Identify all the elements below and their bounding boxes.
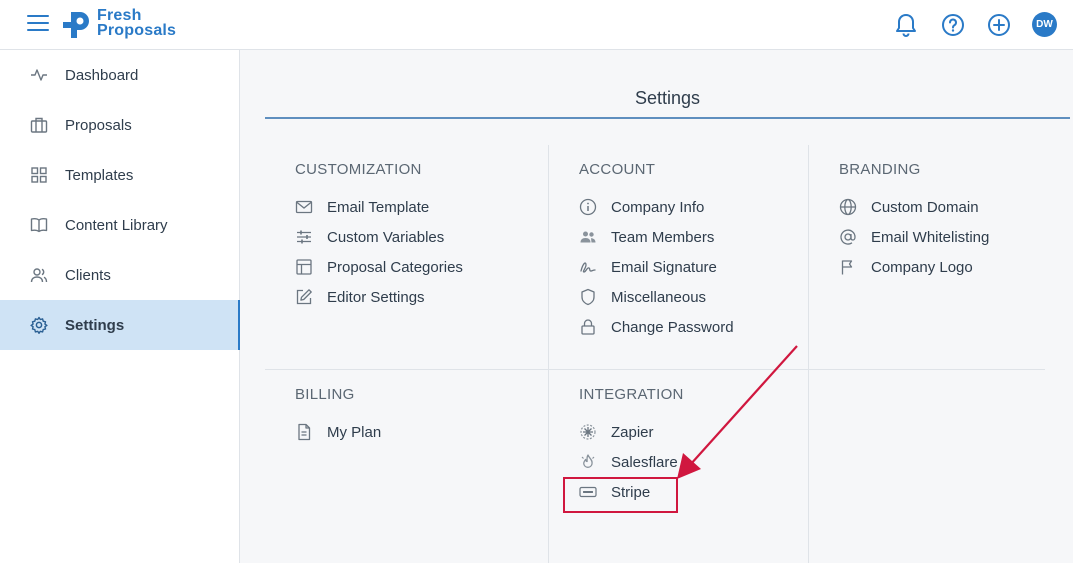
help-icon[interactable] <box>940 12 966 38</box>
sidebar-item-label: Proposals <box>65 116 132 134</box>
section-account: ACCOUNT Company Info Team Members Email … <box>579 161 734 342</box>
document-icon <box>295 423 313 441</box>
signature-icon <box>579 258 597 276</box>
sidebar: Dashboard Proposals Templates Content Li… <box>0 50 240 563</box>
sidebar-item-label: Settings <box>65 316 125 334</box>
settings-link-label: Change Password <box>611 318 734 336</box>
page-title: Settings <box>265 50 1070 119</box>
menu-icon[interactable] <box>27 15 49 33</box>
section-title: BRANDING <box>839 161 921 178</box>
sidebar-item-clients[interactable]: Clients <box>0 250 239 300</box>
settings-link-label: Salesflare <box>611 453 678 471</box>
settings-link-zapier[interactable]: Zapier <box>579 417 684 447</box>
shield-icon <box>579 288 597 306</box>
settings-link-email-whitelisting[interactable]: Email Whitelisting <box>839 222 989 252</box>
globe-icon <box>839 198 857 216</box>
settings-link-editor-settings[interactable]: Editor Settings <box>295 282 463 312</box>
settings-link-label: My Plan <box>327 423 382 441</box>
sliders-icon <box>295 228 313 246</box>
settings-link-email-template[interactable]: Email Template <box>295 192 463 222</box>
layout-icon <box>295 258 313 276</box>
settings-link-custom-variables[interactable]: Custom Variables <box>295 222 463 252</box>
at-sign-icon <box>839 228 857 246</box>
sidebar-item-label: Dashboard <box>65 66 139 84</box>
divider <box>548 145 549 563</box>
activity-icon <box>30 66 48 84</box>
book-icon <box>30 216 48 234</box>
settings-link-label: Custom Domain <box>871 198 979 216</box>
settings-link-salesflare[interactable]: Salesflare <box>579 447 684 477</box>
sidebar-item-dashboard[interactable]: Dashboard <box>0 50 239 100</box>
settings-link-label: Email Signature <box>611 258 717 276</box>
info-icon <box>579 198 597 216</box>
settings-link-label: Company Logo <box>871 258 973 276</box>
section-title: CUSTOMIZATION <box>295 161 422 178</box>
edit-icon <box>295 288 313 306</box>
sidebar-item-content-library[interactable]: Content Library <box>0 200 239 250</box>
logo-text: Fresh Proposals <box>97 7 177 39</box>
team-icon <box>579 228 597 246</box>
divider <box>808 145 809 563</box>
avatar[interactable]: DW <box>1032 12 1057 37</box>
annotation-highlight-box <box>563 477 678 513</box>
settings-link-label: Email Whitelisting <box>871 228 990 246</box>
sidebar-item-label: Clients <box>65 266 111 284</box>
section-title: ACCOUNT <box>579 161 656 178</box>
section-billing: BILLING My Plan <box>295 386 381 447</box>
sidebar-item-label: Templates <box>65 166 134 184</box>
settings-link-label: Custom Variables <box>327 228 445 246</box>
sidebar-item-templates[interactable]: Templates <box>0 150 239 200</box>
settings-link-team-members[interactable]: Team Members <box>579 222 734 252</box>
logo-mark-icon <box>63 12 89 38</box>
section-customization: CUSTOMIZATION Email Template Custom Vari… <box>295 161 463 312</box>
grid-icon <box>30 166 48 184</box>
top-bar: Fresh Proposals DW <box>0 0 1073 50</box>
briefcase-icon <box>30 116 48 134</box>
settings-link-label: Zapier <box>611 423 654 441</box>
settings-link-my-plan[interactable]: My Plan <box>295 417 381 447</box>
gear-icon <box>30 316 48 334</box>
users-icon <box>30 266 48 284</box>
add-icon[interactable] <box>986 12 1012 38</box>
settings-link-company-info[interactable]: Company Info <box>579 192 734 222</box>
section-title: INTEGRATION <box>579 386 684 403</box>
settings-link-label: Miscellaneous <box>611 288 707 306</box>
settings-link-miscellaneous[interactable]: Miscellaneous <box>579 282 734 312</box>
bell-icon[interactable] <box>893 12 919 38</box>
salesflare-icon <box>579 453 597 471</box>
settings-link-label: Company Info <box>611 198 705 216</box>
divider <box>265 369 1045 370</box>
settings-link-company-logo[interactable]: Company Logo <box>839 252 989 282</box>
settings-link-label: Editor Settings <box>327 288 425 306</box>
logo-line2: Proposals <box>97 22 177 39</box>
settings-link-email-signature[interactable]: Email Signature <box>579 252 734 282</box>
logo[interactable]: Fresh Proposals <box>62 8 192 42</box>
settings-link-label: Team Members <box>611 228 715 246</box>
lock-icon <box>579 318 597 336</box>
sidebar-item-settings[interactable]: Settings <box>0 300 240 350</box>
mail-icon <box>295 198 313 216</box>
zapier-icon <box>579 423 597 441</box>
flag-icon <box>839 258 857 276</box>
settings-link-label: Proposal Categories <box>327 258 463 276</box>
settings-link-label: Email Template <box>327 198 430 216</box>
settings-link-change-password[interactable]: Change Password <box>579 312 734 342</box>
sidebar-item-label: Content Library <box>65 216 168 234</box>
settings-link-custom-domain[interactable]: Custom Domain <box>839 192 989 222</box>
logo-line1: Fresh <box>97 7 142 24</box>
settings-link-proposal-categories[interactable]: Proposal Categories <box>295 252 463 282</box>
section-title: BILLING <box>295 386 355 403</box>
section-branding: BRANDING Custom Domain Email Whitelistin… <box>839 161 989 282</box>
sidebar-item-proposals[interactable]: Proposals <box>0 100 239 150</box>
